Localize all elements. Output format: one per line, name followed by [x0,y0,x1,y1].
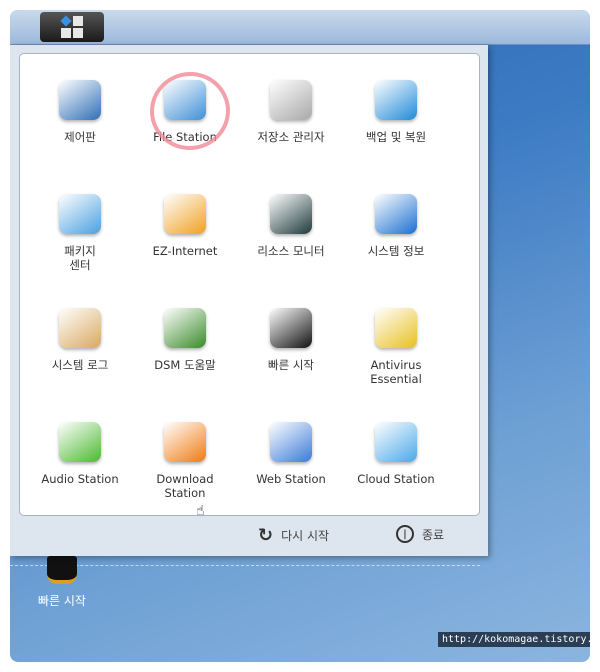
app-label: 패키지 센터 [64,244,96,272]
app-audio-station[interactable]: Audio Station [27,418,133,486]
app-control-panel[interactable]: 제어판 [27,76,133,144]
shortcut-label: 빠른 시작 [38,594,86,608]
system-log-icon [56,304,104,352]
cloud-station-icon [372,418,420,466]
app-label: DSM 도움말 [154,358,216,372]
web-station-icon [267,418,315,466]
download-station-icon [161,418,209,466]
app-quick-start[interactable]: 빠른 시작 [238,304,344,372]
app-resource-monitor[interactable]: 리소스 모니터 [238,190,344,258]
app-label: Audio Station [41,472,119,486]
grid-icon [60,15,83,38]
control-panel-icon [56,76,104,124]
app-label: 빠른 시작 [268,358,314,372]
app-dsm-help[interactable]: DSM 도움말 [132,304,238,372]
app-label: EZ-Internet [152,244,218,258]
storage-manager-icon [267,76,315,124]
app-ez-internet[interactable]: EZ-Internet [132,190,238,258]
app-storage-manager[interactable]: 저장소 관리자 [238,76,344,144]
taskbar [10,10,590,45]
restart-icon: ↻ [258,525,274,546]
app-cloud-station[interactable]: Cloud Station [343,418,449,486]
ez-internet-icon [161,190,209,238]
app-antivirus[interactable]: Antivirus Essential [343,304,449,386]
app-label: 시스템 로그 [51,358,109,372]
backup-restore-icon [372,76,420,124]
app-label: Download Station [156,472,214,500]
app-label: Antivirus Essential [370,358,422,386]
desktop: 빠른 시작 http://kokomagae.tistory.com 제어판Fi… [10,10,590,662]
main-menu: 제어판 File Station 저장소 관리자 백업 및 복원 패키지 센터 EZ-In… [10,45,488,556]
dsm-help-icon [161,304,209,352]
power-icon: | [396,525,414,543]
app-system-log[interactable]: 시스템 로그 [27,304,133,372]
watermark: http://kokomagae.tistory.com [438,632,590,647]
app-label: 시스템 정보 [367,244,425,258]
app-label: Cloud Station [357,472,435,486]
app-label: Web Station [256,472,326,486]
app-backup-restore[interactable]: 백업 및 복원 [343,76,449,144]
main-menu-button[interactable] [40,12,104,42]
app-label: 제어판 [64,130,96,144]
resource-monitor-icon [267,190,315,238]
antivirus-icon [372,304,420,352]
restart-button[interactable]: ↻ 다시 시작 [258,525,329,546]
desktop-shortcut-quick-start[interactable]: 빠른 시작 [32,556,92,609]
app-package-center[interactable]: 패키지 센터 [27,190,133,272]
app-label: 백업 및 복원 [365,130,427,144]
audio-station-icon [56,418,104,466]
top-hat-icon [47,556,77,584]
app-system-info[interactable]: 시스템 정보 [343,190,449,258]
app-grid: 제어판 File Station 저장소 관리자 백업 및 복원 패키지 센터 EZ-In… [19,53,480,516]
app-label: 저장소 관리자 [257,130,325,144]
hand-cursor-icon: ☝ [196,503,205,519]
system-info-icon [372,190,420,238]
shutdown-button[interactable]: | 종료 [396,525,444,543]
app-label: 리소스 모니터 [257,244,325,258]
package-center-icon [56,190,104,238]
quick-start-icon [267,304,315,352]
app-download-station[interactable]: Download Station [132,418,238,500]
app-web-station[interactable]: Web Station [238,418,344,486]
